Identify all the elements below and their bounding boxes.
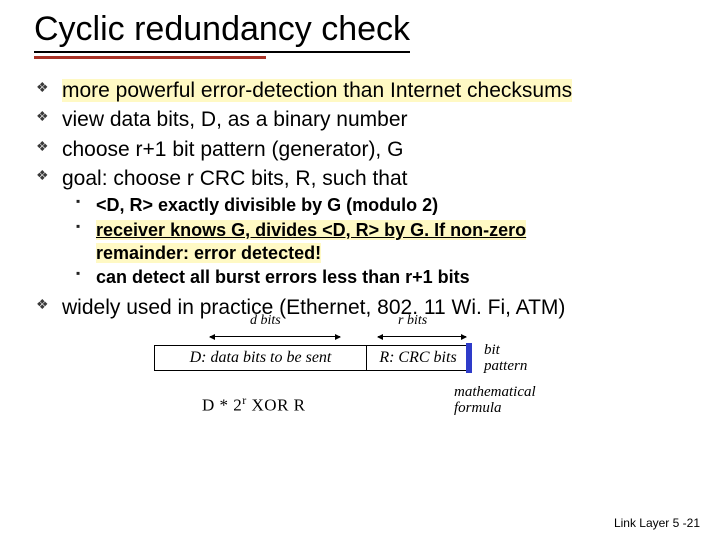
crc-diagram: d bits r bits D: data bits to be sent R:… [154,327,574,427]
bullet-list-2: widely used in practice (Ethernet, 802. … [34,294,696,321]
bullet-item: widely used in practice (Ethernet, 802. … [34,294,696,321]
dbits-label: d bits [250,313,281,329]
bitpattern-line2: pattern [484,358,527,374]
bullet-text: widely used in practice (Ethernet, 802. … [62,296,565,319]
bullet-item: choose r+1 bit pattern (generator), G [34,136,696,163]
bullet-text: goal: choose r CRC bits, R, such that [62,167,408,190]
math-formula-line2: formula [454,400,502,416]
sub-bullet-item: receiver knows G, divides <D, R> by G. I… [74,219,696,266]
sub-bullet-text: <D, R> exactly divisible by G (modulo 2) [96,195,438,215]
bitpattern-label: bit pattern [484,343,527,375]
sub-bullet-text-line2: remainder: error detected! [96,243,321,263]
crc-bits-cell: R: CRC bits [367,346,469,370]
bullet-item: goal: choose r CRC bits, R, such that [34,165,696,192]
bullet-item: view data bits, D, as a binary number [34,106,696,133]
rbits-arrow [378,329,466,343]
slide-title-wrap: Cyclic redundancy check [34,10,696,53]
sub-bullet-item: can detect all burst errors less than r+… [74,266,696,289]
bullet-text: choose r+1 bit pattern (generator), G [62,138,403,161]
formula: D * 2r XOR R [202,393,306,416]
math-formula-line1: mathematical [454,384,536,400]
bitpattern-line1: bit [484,342,500,358]
bullet-item: more powerful error-detection than Inter… [34,77,696,104]
sub-bullet-item: <D, R> exactly divisible by G (modulo 2) [74,194,696,217]
math-formula-label: mathematical formula [454,385,536,417]
formula-post: XOR R [247,396,306,415]
formula-pre: D * 2 [202,396,242,415]
dbits-arrow [210,329,340,343]
sub-bullet-list: <D, R> exactly divisible by G (modulo 2)… [74,194,696,290]
sub-bullet-text: can detect all burst errors less than r+… [96,267,470,287]
bullet-text: view data bits, D, as a binary number [62,108,408,131]
data-bits-cell: D: data bits to be sent [155,346,367,370]
rbits-label: r bits [398,313,427,329]
sub-bullet-text-line1: receiver knows G, divides <D, R> by G. I… [96,220,526,240]
bitpattern-box: D: data bits to be sent R: CRC bits [154,345,470,371]
title-underline-accent [34,56,266,59]
bullet-text: more powerful error-detection than Inter… [62,79,572,102]
bullet-list: more powerful error-detection than Inter… [34,77,696,192]
slide-footer: Link Layer 5 -21 [614,516,700,530]
slide-title: Cyclic redundancy check [34,10,410,53]
